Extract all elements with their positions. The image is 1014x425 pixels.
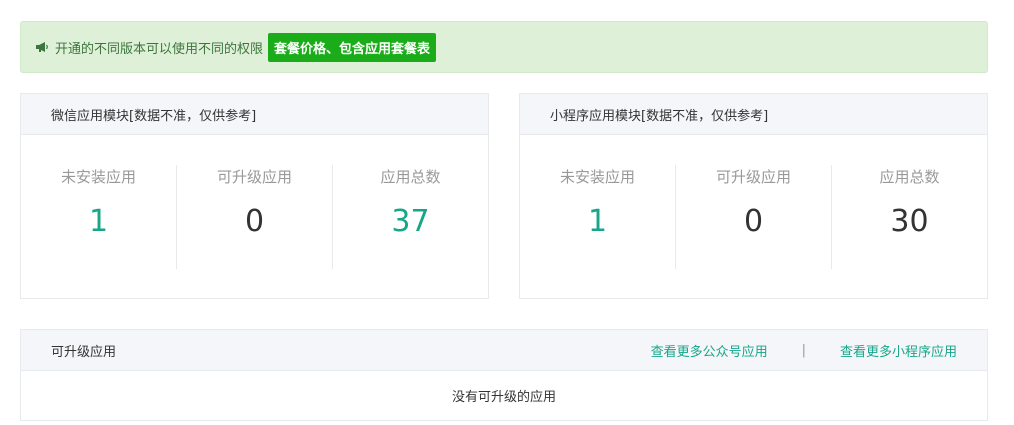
- panel-title: 微信应用模块[数据不准，仅供参考]: [21, 94, 488, 135]
- app-dashboard: 开通的不同版本可以使用不同的权限 套餐价格、包含应用套餐表 微信应用模块[数据不…: [0, 0, 1014, 425]
- stat-upgradable: 可升级应用 0: [676, 164, 832, 269]
- upgradable-header: 可升级应用 查看更多公众号应用 | 查看更多小程序应用: [21, 330, 987, 371]
- empty-message: 没有可升级的应用: [451, 390, 556, 405]
- notice-bar: 开通的不同版本可以使用不同的权限 套餐价格、包含应用套餐表: [20, 21, 988, 73]
- stat-value[interactable]: 37: [391, 206, 429, 237]
- stat-value: 30: [890, 203, 929, 239]
- wechat-module-panel: 微信应用模块[数据不准，仅供参考] 未安装应用 1 可升级应用 0 应用总数 3…: [20, 93, 489, 299]
- upgradable-apps-panel: 可升级应用 查看更多公众号应用 | 查看更多小程序应用 没有可升级的应用: [20, 329, 988, 421]
- stat-value: 0: [743, 203, 764, 239]
- stats-row: 未安装应用 1 可升级应用 0 应用总数 30: [520, 135, 987, 298]
- stat-total: 应用总数 30: [832, 165, 987, 269]
- package-pricing-button[interactable]: 套餐价格、包含应用套餐表: [268, 32, 437, 62]
- stat-value[interactable]: 1: [89, 206, 108, 237]
- stat-upgradable: 可升级应用 0: [177, 164, 333, 269]
- stat-total: 应用总数 37: [333, 165, 488, 269]
- notice-text: 开通的不同版本可以使用不同的权限: [55, 41, 264, 57]
- stat-not-installed: 未安装应用 1: [520, 164, 676, 269]
- stat-label: 可升级应用: [715, 167, 791, 186]
- stat-label: 未安装应用: [60, 167, 136, 186]
- stat-value: 0: [244, 203, 265, 239]
- more-miniprogram-apps-link[interactable]: 查看更多小程序应用: [840, 341, 957, 360]
- stat-label: 未安装应用: [559, 167, 635, 186]
- stats-row: 未安装应用 1 可升级应用 0 应用总数 37: [21, 135, 488, 298]
- stat-label: 应用总数: [879, 167, 940, 186]
- stat-not-installed: 未安装应用 1: [21, 164, 177, 269]
- more-links: 查看更多公众号应用 | 查看更多小程序应用: [651, 341, 957, 360]
- miniprogram-module-panel: 小程序应用模块[数据不准，仅供参考] 未安装应用 1 可升级应用 0 应用总数 …: [519, 93, 988, 299]
- panel-title: 可升级应用: [51, 344, 117, 360]
- more-official-account-apps-link[interactable]: 查看更多公众号应用: [651, 341, 768, 360]
- panel-title: 小程序应用模块[数据不准，仅供参考]: [520, 94, 987, 135]
- stat-value[interactable]: 1: [588, 206, 607, 237]
- stat-label: 应用总数: [380, 167, 441, 186]
- link-separator: |: [801, 342, 806, 358]
- stat-label: 可升级应用: [216, 167, 292, 186]
- megaphone-icon: [35, 41, 49, 53]
